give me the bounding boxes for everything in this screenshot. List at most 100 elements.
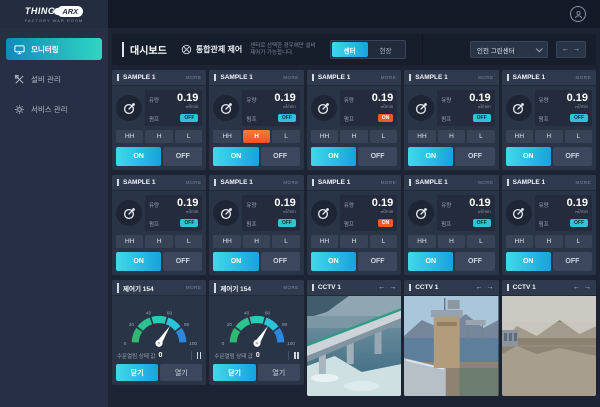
site-select-dropdown[interactable]: 인천 그린센터 — [470, 41, 548, 58]
level-button-hh[interactable]: HH — [213, 235, 241, 248]
off-button[interactable]: OFF — [455, 147, 495, 166]
more-button[interactable]: MORE — [381, 180, 397, 185]
level-button-h[interactable]: H — [535, 235, 563, 248]
flow-value: 0.19 — [176, 197, 199, 209]
level-button-l[interactable]: L — [564, 130, 593, 143]
level-button-hh[interactable]: HH — [505, 130, 534, 143]
cctv-card: CCTV 1 ← → — [404, 280, 499, 396]
off-button[interactable]: OFF — [163, 147, 203, 166]
cctv-prev-button[interactable]: ← — [378, 284, 385, 291]
cctv-next-button[interactable]: → — [389, 284, 396, 291]
sidebar-item-service[interactable]: 서비스 관리 — [6, 98, 102, 120]
level-button-hh[interactable]: HH — [505, 235, 534, 248]
on-button[interactable]: ON — [408, 147, 454, 166]
user-profile-button[interactable] — [570, 6, 586, 22]
level-button-l[interactable]: L — [174, 235, 203, 248]
level-button-h[interactable]: H — [437, 235, 466, 248]
more-button[interactable]: MORE — [478, 180, 494, 185]
level-button-l[interactable]: L — [467, 130, 495, 143]
off-button[interactable]: OFF — [552, 147, 593, 166]
more-button[interactable]: MORE — [283, 285, 299, 290]
on-button[interactable]: ON — [310, 252, 356, 271]
level-button-hh[interactable]: HH — [116, 235, 144, 248]
toggle-center-button[interactable]: 센터 — [331, 42, 368, 57]
on-button[interactable]: ON — [116, 147, 162, 166]
level-button-l[interactable]: L — [369, 235, 398, 248]
on-button[interactable]: ON — [408, 252, 454, 271]
page-title: 대시보드 — [122, 42, 167, 57]
on-button[interactable]: ON — [116, 252, 162, 271]
more-button[interactable]: MORE — [186, 285, 202, 290]
on-button[interactable]: ON — [505, 147, 551, 166]
svg-text:80: 80 — [184, 322, 190, 328]
level-button-hh[interactable]: HH — [408, 235, 436, 248]
off-button[interactable]: OFF — [163, 252, 203, 271]
level-button-h[interactable]: H — [145, 235, 173, 248]
off-button[interactable]: OFF — [260, 252, 300, 271]
cctv-prev-button[interactable]: ← — [476, 284, 483, 291]
prev-arrow-button[interactable]: ← — [562, 46, 569, 53]
level-button-h[interactable]: H — [437, 130, 466, 143]
off-button[interactable]: OFF — [260, 147, 300, 166]
cctv-feed-reservoir[interactable] — [501, 296, 597, 396]
more-button[interactable]: MORE — [576, 180, 592, 185]
sample-card: SAMPLE 1 MORE 유량 0.19 ㎥/m — [209, 70, 304, 170]
sidebar-item-equipment[interactable]: 설비 관리 — [6, 68, 102, 90]
off-button[interactable]: OFF — [455, 252, 495, 271]
gate-open-button[interactable]: 열기 — [160, 364, 203, 381]
cctv-feed-dam-bridge[interactable] — [306, 296, 402, 396]
level-button-hh[interactable]: HH — [408, 130, 436, 143]
pause-icon[interactable] — [196, 352, 202, 359]
level-button-hh[interactable]: HH — [310, 235, 339, 248]
cctv-next-button[interactable]: → — [487, 284, 494, 291]
level-button-h[interactable]: H — [145, 130, 173, 143]
more-button[interactable]: MORE — [186, 75, 202, 80]
level-button-l[interactable]: L — [272, 235, 300, 248]
toggle-field-button[interactable]: 현장 — [368, 42, 404, 57]
off-button[interactable]: OFF — [357, 252, 398, 271]
logo-title: THING — [24, 6, 56, 16]
level-button-h[interactable]: H — [340, 235, 368, 248]
level-button-h[interactable]: H — [340, 130, 368, 143]
level-button-h[interactable]: H — [242, 130, 271, 143]
on-button[interactable]: ON — [213, 252, 259, 271]
level-button-group: HH H L — [310, 130, 398, 143]
on-button[interactable]: ON — [213, 147, 259, 166]
flow-unit: ㎥/min — [380, 209, 394, 214]
more-button[interactable]: MORE — [478, 75, 494, 80]
cctv-next-button[interactable]: → — [584, 284, 591, 291]
more-button[interactable]: MORE — [186, 180, 202, 185]
gate-close-button[interactable]: 닫기 — [213, 364, 256, 381]
level-button-group: HH H L — [408, 130, 495, 143]
app-header: THING ARX FACTORY WAR ROOM — [0, 0, 600, 28]
level-button-h[interactable]: H — [535, 130, 563, 143]
level-button-l[interactable]: L — [272, 130, 300, 143]
more-button[interactable]: MORE — [283, 180, 299, 185]
flow-unit: ㎥/min — [380, 104, 394, 109]
level-button-l[interactable]: L — [174, 130, 203, 143]
level-button-hh[interactable]: HH — [213, 130, 241, 143]
sidebar-item-monitoring[interactable]: 모니터링 — [6, 38, 102, 60]
cctv-prev-button[interactable]: ← — [573, 284, 580, 291]
more-button[interactable]: MORE — [576, 75, 592, 80]
level-button-l[interactable]: L — [467, 235, 495, 248]
power-button-group: ON OFF — [213, 147, 300, 166]
level-button-l[interactable]: L — [369, 130, 398, 143]
next-arrow-button[interactable]: → — [573, 46, 580, 53]
on-button[interactable]: ON — [310, 147, 356, 166]
off-button[interactable]: OFF — [357, 147, 398, 166]
more-button[interactable]: MORE — [283, 75, 299, 80]
pause-icon[interactable] — [294, 352, 299, 359]
svg-text:80: 80 — [282, 322, 288, 328]
level-button-hh[interactable]: HH — [116, 130, 144, 143]
on-button[interactable]: ON — [505, 252, 551, 271]
level-button-h[interactable]: H — [242, 235, 271, 248]
off-button[interactable]: OFF — [552, 252, 593, 271]
level-button-hh[interactable]: HH — [310, 130, 339, 143]
gate-open-button[interactable]: 열기 — [257, 364, 300, 381]
gate-close-button[interactable]: 닫기 — [116, 364, 159, 381]
cctv-feed-dam-structure[interactable] — [404, 296, 499, 396]
power-button-group: ON OFF — [116, 252, 203, 271]
level-button-l[interactable]: L — [564, 235, 593, 248]
more-button[interactable]: MORE — [381, 75, 397, 80]
